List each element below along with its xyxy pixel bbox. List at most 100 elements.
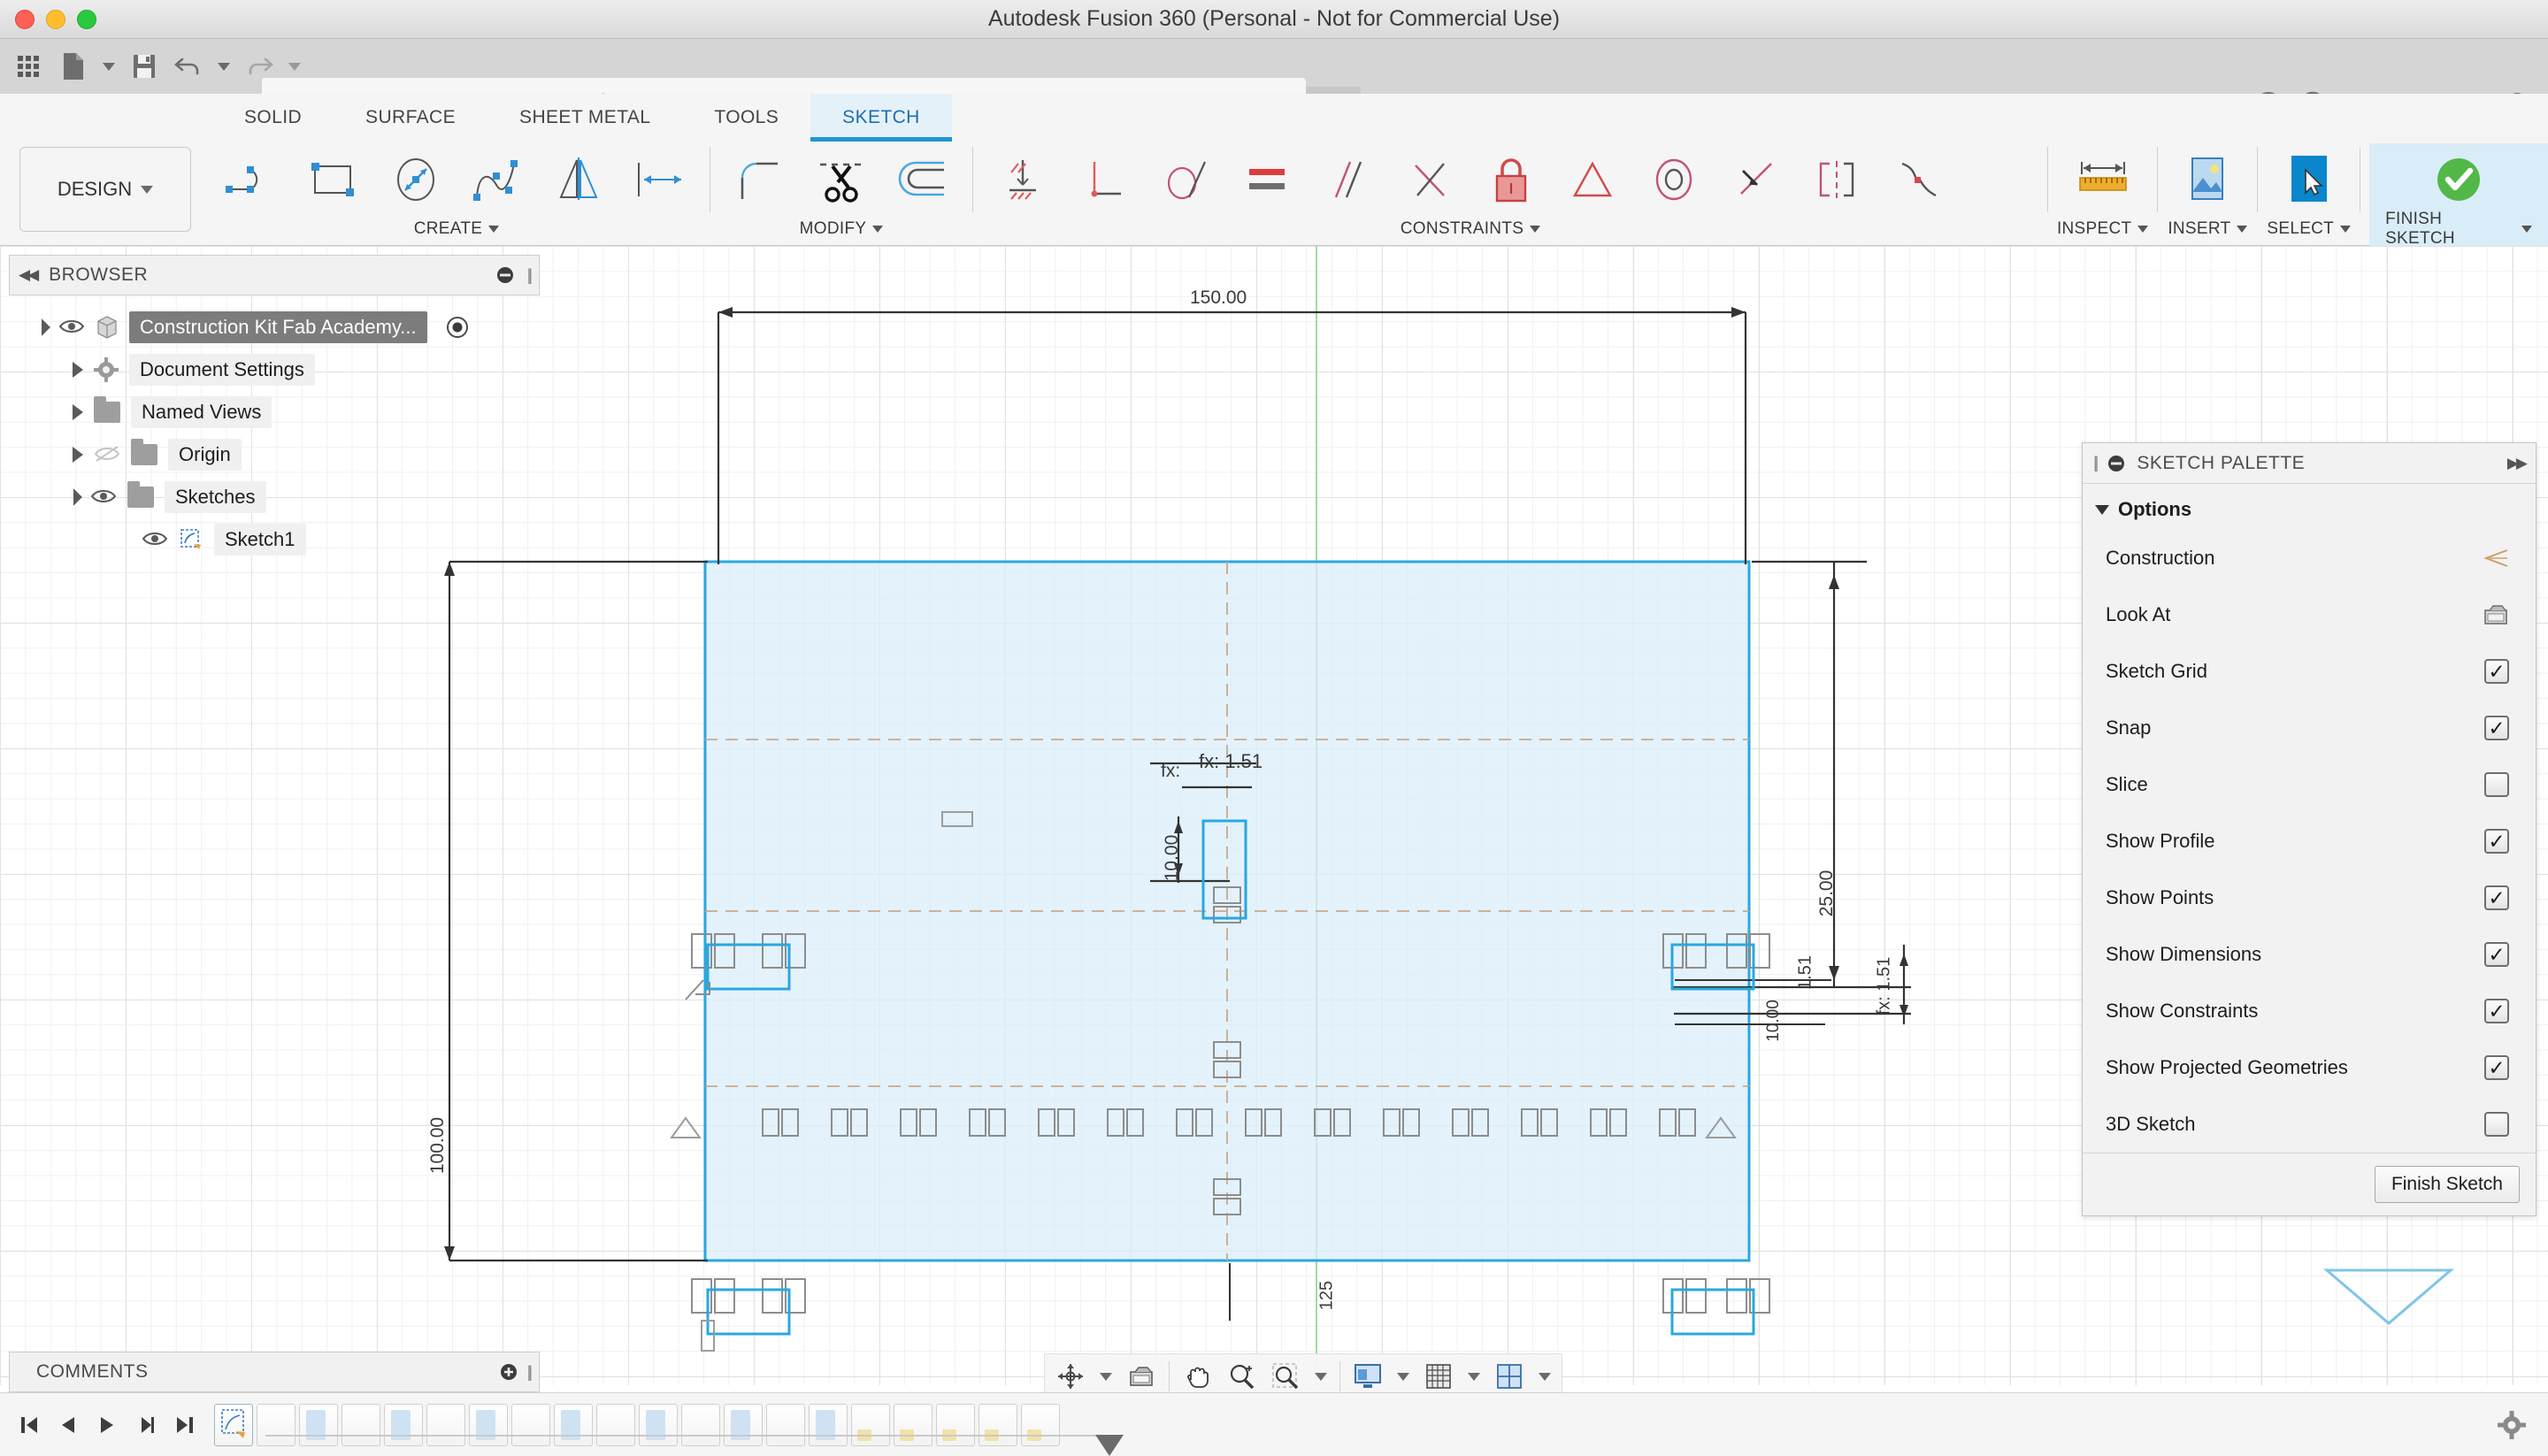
new-document-icon[interactable] (53, 45, 94, 88)
play-icon[interactable] (90, 1406, 124, 1445)
mirror-icon[interactable] (538, 144, 619, 215)
snap-checkbox[interactable]: ✓ (2484, 716, 2509, 740)
slice-checkbox[interactable] (2484, 772, 2509, 797)
option-3d-sketch[interactable]: 3D Sketch (2083, 1096, 2536, 1153)
browser-item-sketch1[interactable]: Sketch1 (9, 518, 540, 561)
ribbon-tab-sketch[interactable]: SKETCH (810, 94, 952, 142)
ribbon-group-finish-sketch[interactable]: FINISH SKETCH (2369, 143, 2548, 248)
option-show-constraints[interactable]: Show Constraints ✓ (2083, 983, 2536, 1039)
symmetry-constraint-icon[interactable] (1796, 144, 1877, 215)
show-profile-checkbox[interactable]: ✓ (2484, 829, 2509, 854)
ribbon-group-modify-label[interactable]: MODIFY (800, 216, 884, 242)
show-constraints-checkbox[interactable]: ✓ (2484, 999, 2509, 1023)
orbit-dropdown[interactable] (1093, 1356, 1119, 1397)
palette-dot-icon[interactable] (2107, 454, 2126, 473)
zoom-dropdown[interactable] (1308, 1356, 1334, 1397)
offset-icon[interactable] (882, 144, 963, 215)
insert-image-icon[interactable] (2167, 144, 2248, 215)
visibility-eye-icon[interactable] (142, 530, 168, 549)
parameter-right-1[interactable]: fx: 1.51 (1875, 942, 1895, 1031)
ribbon-group-inspect-label[interactable]: INSPECT (2057, 216, 2149, 242)
panel-resize-grip[interactable]: || (527, 266, 533, 285)
step-back-icon[interactable] (51, 1406, 85, 1445)
option-construction[interactable]: Construction (2083, 530, 2536, 586)
comments-resize-grip[interactable]: || (527, 1363, 533, 1382)
look-at-camera-icon[interactable] (2483, 603, 2509, 626)
browser-item-origin[interactable]: Origin (9, 433, 540, 476)
pan-hand-icon[interactable] (1175, 1356, 1219, 1397)
line-icon[interactable] (212, 144, 294, 215)
parameter-top-2[interactable]: fx: (1161, 761, 1180, 782)
ribbon-group-finish-sketch-label[interactable]: FINISH SKETCH (2385, 210, 2532, 248)
workspace-switcher-button[interactable]: DESIGN (19, 147, 191, 232)
parallel-constraint-icon[interactable] (1308, 144, 1389, 215)
go-to-start-icon[interactable] (12, 1406, 46, 1445)
parameter-right-2[interactable]: 1.51 (1796, 941, 1816, 1005)
parameter-bottom[interactable]: 125 (1317, 1265, 1338, 1327)
dimension-right-horizontal-offset[interactable]: 10.00 (1764, 977, 1784, 1065)
option-look-at[interactable]: Look At (2083, 586, 2536, 643)
browser-item-named-views[interactable]: Named Views (9, 391, 540, 433)
coincident-constraint-icon[interactable] (1715, 144, 1796, 215)
browser-item-document-settings[interactable]: Document Settings (9, 349, 540, 391)
visibility-eye-icon[interactable] (58, 318, 85, 337)
viewports-dropdown[interactable] (1531, 1356, 1558, 1397)
spline-icon[interactable] (457, 144, 538, 215)
panel-dot-icon[interactable] (495, 265, 515, 285)
orbit-icon[interactable] (1048, 1356, 1093, 1397)
ribbon-group-create-label[interactable]: CREATE (414, 216, 500, 242)
tangent-constraint-icon[interactable] (1145, 144, 1226, 215)
circle-icon[interactable] (375, 144, 457, 215)
new-document-dropdown[interactable] (97, 45, 120, 88)
collinear-constraint-icon[interactable] (1389, 144, 1470, 215)
perpendicular-constraint-icon[interactable] (1063, 144, 1145, 215)
construction-line-icon[interactable] (2483, 547, 2509, 570)
undo-dropdown[interactable] (212, 45, 235, 88)
parameter-top-1[interactable]: fx: 1.51 (1199, 750, 1262, 773)
fix-lock-icon[interactable] (1470, 144, 1552, 215)
dimension-overall-width[interactable]: 150.00 (1190, 287, 1247, 309)
activate-component-icon[interactable] (445, 315, 470, 340)
ribbon-group-constraints-label[interactable]: CONSTRAINTS (1401, 216, 1541, 242)
undo-icon[interactable] (168, 45, 209, 88)
timeline-settings-gear-icon[interactable] (2497, 1410, 2527, 1440)
sketch-grid-checkbox[interactable]: ✓ (2484, 659, 2509, 684)
display-settings-icon[interactable] (1346, 1356, 1390, 1397)
ribbon-tab-surface[interactable]: SURFACE (334, 94, 487, 142)
expand-triangle-icon[interactable] (73, 404, 83, 420)
ribbon-tab-sheet-metal[interactable]: SHEET METAL (487, 94, 682, 142)
grid-snaps-dropdown[interactable] (1461, 1356, 1487, 1397)
equal-constraint-icon[interactable] (1226, 144, 1308, 215)
grid-snaps-icon[interactable] (1416, 1356, 1461, 1397)
ribbon-tab-solid[interactable]: SOLID (212, 94, 334, 142)
step-forward-icon[interactable] (129, 1406, 163, 1445)
viewports-icon[interactable] (1487, 1356, 1531, 1397)
option-show-profile[interactable]: Show Profile ✓ (2083, 813, 2536, 870)
trim-scissors-icon[interactable] (801, 144, 882, 215)
show-projected-geometries-checkbox[interactable]: ✓ (2484, 1055, 2509, 1080)
select-cursor-icon[interactable] (2268, 144, 2350, 215)
collapse-left-icon[interactable]: ◀◀ (19, 266, 39, 284)
expand-triangle-icon[interactable] (73, 447, 83, 463)
palette-resize-grip[interactable]: || (2093, 454, 2099, 472)
timeline-marker[interactable] (1095, 1435, 1124, 1456)
expand-triangle-icon[interactable] (65, 488, 82, 506)
horizontal-vertical-constraint-icon[interactable] (982, 144, 1063, 215)
option-slice[interactable]: Slice (2083, 756, 2536, 813)
zoom-icon[interactable] (1219, 1356, 1263, 1397)
expand-triangle-icon[interactable] (73, 362, 83, 378)
visibility-eye-off-icon[interactable] (94, 445, 120, 464)
finish-sketch-check-icon[interactable] (2418, 144, 2499, 215)
dimension-right-vertical-offset[interactable]: 25.00 (1816, 845, 1838, 942)
concentric-constraint-icon[interactable] (1633, 144, 1715, 215)
rectangle-icon[interactable] (294, 144, 375, 215)
expand-right-icon[interactable]: ▶▶ (2507, 455, 2528, 472)
save-icon[interactable] (124, 45, 165, 88)
option-sketch-grid[interactable]: Sketch Grid ✓ (2083, 643, 2536, 700)
finish-sketch-button[interactable]: Finish Sketch (2374, 1166, 2520, 1203)
sketch-dimension-icon[interactable] (619, 144, 701, 215)
midpoint-constraint-icon[interactable] (1552, 144, 1633, 215)
look-at-icon[interactable] (1119, 1356, 1163, 1397)
show-dimensions-checkbox[interactable]: ✓ (2484, 942, 2509, 967)
curvature-constraint-icon[interactable] (1877, 144, 1959, 215)
